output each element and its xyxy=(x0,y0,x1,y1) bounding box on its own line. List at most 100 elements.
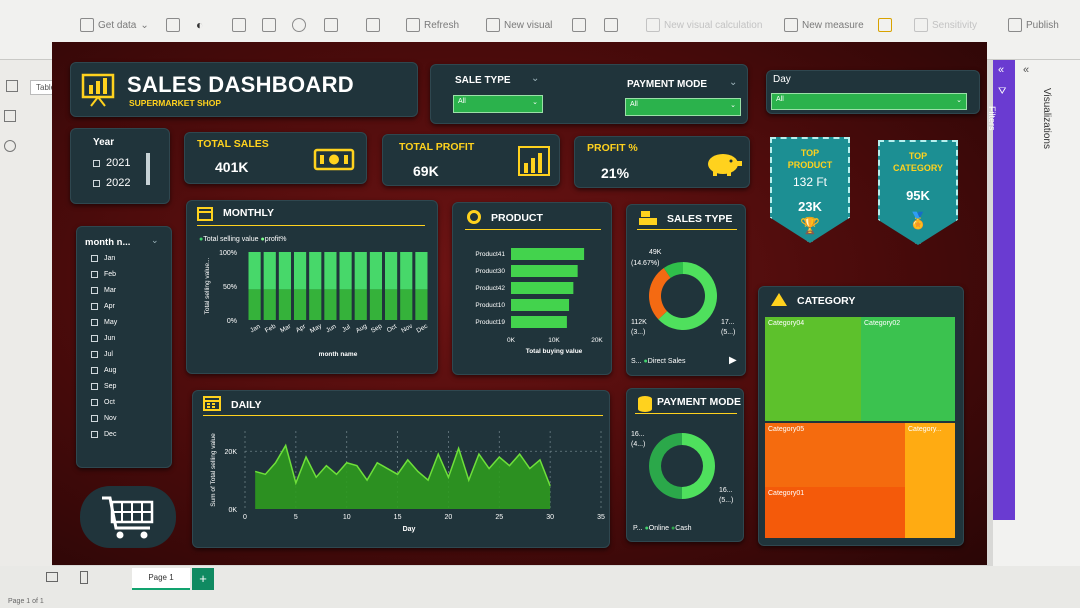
chevron-down-icon[interactable]: ⌄ xyxy=(531,73,539,84)
page-tab[interactable]: Page 1 xyxy=(132,568,190,590)
checkbox xyxy=(91,383,98,390)
x-axis-label: Day xyxy=(403,526,416,533)
month-option-jul[interactable]: Jul xyxy=(91,351,113,358)
checkbox xyxy=(91,303,98,310)
month-option-feb[interactable]: Feb xyxy=(91,271,116,278)
chart-icon xyxy=(486,18,500,32)
day-dropdown[interactable]: All ⌄ xyxy=(771,93,967,110)
month-option-mar[interactable]: Mar xyxy=(91,287,116,294)
dataflow-button[interactable] xyxy=(232,18,246,32)
recent-sources-button[interactable] xyxy=(292,18,306,32)
new-visual-calculation-button[interactable]: New visual calculation xyxy=(646,18,762,32)
month-label: May xyxy=(104,319,118,326)
excel-button[interactable] xyxy=(166,18,180,32)
table-view-icon[interactable] xyxy=(4,110,16,122)
sales-type-chart: SALES TYPE 49K (14.67%) 112K (3...) 17..… xyxy=(626,204,746,376)
checkbox xyxy=(91,431,98,438)
get-data-button[interactable]: Get data ⌄ xyxy=(80,18,149,32)
month-label: Jul xyxy=(104,351,113,358)
enter-data-button[interactable] xyxy=(262,18,276,32)
payment-mode-legend: P... ●Online ●Cash xyxy=(633,525,692,532)
top-category-badge: TOP CATEGORY 95K 🏅 xyxy=(878,140,958,245)
treemap-category02[interactable]: Category02 xyxy=(861,317,955,421)
product-title: PRODUCT xyxy=(491,212,543,224)
checkbox xyxy=(91,335,98,342)
sale-type-dropdown[interactable]: All ⌄ xyxy=(453,95,543,113)
visuals-icon xyxy=(604,18,618,32)
year-option-2022[interactable]: 2022 xyxy=(93,177,130,189)
transform-data-button[interactable] xyxy=(366,18,380,32)
cart-button[interactable] xyxy=(80,486,176,548)
new-visual-button[interactable]: New visual xyxy=(486,18,552,32)
daily-title: DAILY xyxy=(231,399,262,411)
treemap-category04[interactable]: Category04 xyxy=(765,317,861,421)
bar-profit-feb xyxy=(263,289,276,320)
y-tick-label: 50% xyxy=(223,284,237,291)
treemap-category01[interactable]: Category01 xyxy=(765,487,905,538)
month-label: Mar xyxy=(104,287,117,294)
collapse-icon[interactable]: « xyxy=(998,64,1004,76)
filters-pane[interactable]: « ⛛ Filters xyxy=(987,60,1015,520)
bar-product30 xyxy=(511,265,578,277)
sensitivity-button[interactable]: Sensitivity xyxy=(914,18,977,32)
text-box-button[interactable] xyxy=(572,18,586,32)
daily-area xyxy=(255,445,551,509)
month-option-apr[interactable]: Apr xyxy=(91,303,115,310)
year-option-2021[interactable]: 2021 xyxy=(93,157,130,169)
month-option-aug[interactable]: Aug xyxy=(91,367,116,374)
payment-mode-dropdown[interactable]: All ⌄ xyxy=(625,98,741,116)
category-label: Product10 xyxy=(475,302,505,309)
month-label: Oct xyxy=(104,399,115,406)
category-label: Product30 xyxy=(475,268,505,275)
mobile-layout-icon[interactable] xyxy=(80,571,88,584)
bar-total-oct xyxy=(385,252,398,290)
refresh-button[interactable]: Refresh xyxy=(406,18,459,32)
add-page-button[interactable]: + xyxy=(192,568,214,590)
bar-profit-nov xyxy=(400,289,413,320)
month-option-oct[interactable]: Oct xyxy=(91,399,115,406)
desktop-layout-icon[interactable] xyxy=(46,572,58,582)
month-option-nov[interactable]: Nov xyxy=(91,415,116,422)
x-tick-label: Aug xyxy=(355,323,369,335)
bar-profit-oct xyxy=(385,289,398,320)
daily-plot: 0 5 10 15 20 25 30 35 20K 0K Sum of Total selling … xyxy=(210,431,605,533)
report-view-icon[interactable] xyxy=(6,80,18,92)
x-tick-label: Feb xyxy=(264,323,278,335)
month-option-jun[interactable]: Jun xyxy=(91,335,115,342)
publish-button[interactable]: Publish xyxy=(1008,18,1059,32)
category-label: Product41 xyxy=(475,251,505,258)
month-label: Apr xyxy=(104,303,115,310)
treemap-category05[interactable]: Category05 xyxy=(765,423,905,487)
slicer-scrollbar[interactable] xyxy=(146,153,150,185)
model-view-icon[interactable] xyxy=(4,140,16,152)
month-label: Nov xyxy=(104,415,117,422)
sales-type-title: SALES TYPE xyxy=(667,213,733,225)
month-option-jan[interactable]: Jan xyxy=(91,255,115,262)
total-sales-card: TOTAL SALES 401K xyxy=(184,132,367,184)
checkbox xyxy=(91,255,98,262)
transform-button[interactable] xyxy=(324,18,338,32)
x-tick-label: Apr xyxy=(295,323,308,335)
y-tick-label: 20K xyxy=(225,449,238,456)
checkbox xyxy=(91,287,98,294)
bar-total-aug xyxy=(354,252,367,290)
chevron-down-icon: ⌄ xyxy=(956,97,962,104)
onelake-button[interactable]: ◐ xyxy=(196,18,203,32)
collapse-icon[interactable]: « xyxy=(1023,64,1029,76)
chevron-down-icon[interactable]: ⌄ xyxy=(151,235,159,246)
stack-icon xyxy=(771,293,787,306)
month-option-may[interactable]: May xyxy=(91,319,117,326)
quick-measure-button[interactable] xyxy=(878,18,892,32)
month-option-sep[interactable]: Sep xyxy=(91,383,116,390)
month-option-dec[interactable]: Dec xyxy=(91,431,116,438)
new-measure-button[interactable]: New measure xyxy=(784,18,864,32)
transform-icon xyxy=(324,18,338,32)
report-canvas: SALES DASHBOARD SUPERMARKET SHOP SALE TY… xyxy=(52,42,987,565)
profit-pct-value: 21% xyxy=(601,165,630,181)
legend-next-icon[interactable]: ▶ xyxy=(729,355,737,366)
more-visuals-button[interactable] xyxy=(604,18,618,32)
bar-product10 xyxy=(511,299,570,311)
month-slicer-label: month n... xyxy=(85,237,131,248)
chevron-down-icon[interactable]: ⌄ xyxy=(729,77,737,88)
treemap-category-other[interactable]: Category... xyxy=(905,423,955,538)
